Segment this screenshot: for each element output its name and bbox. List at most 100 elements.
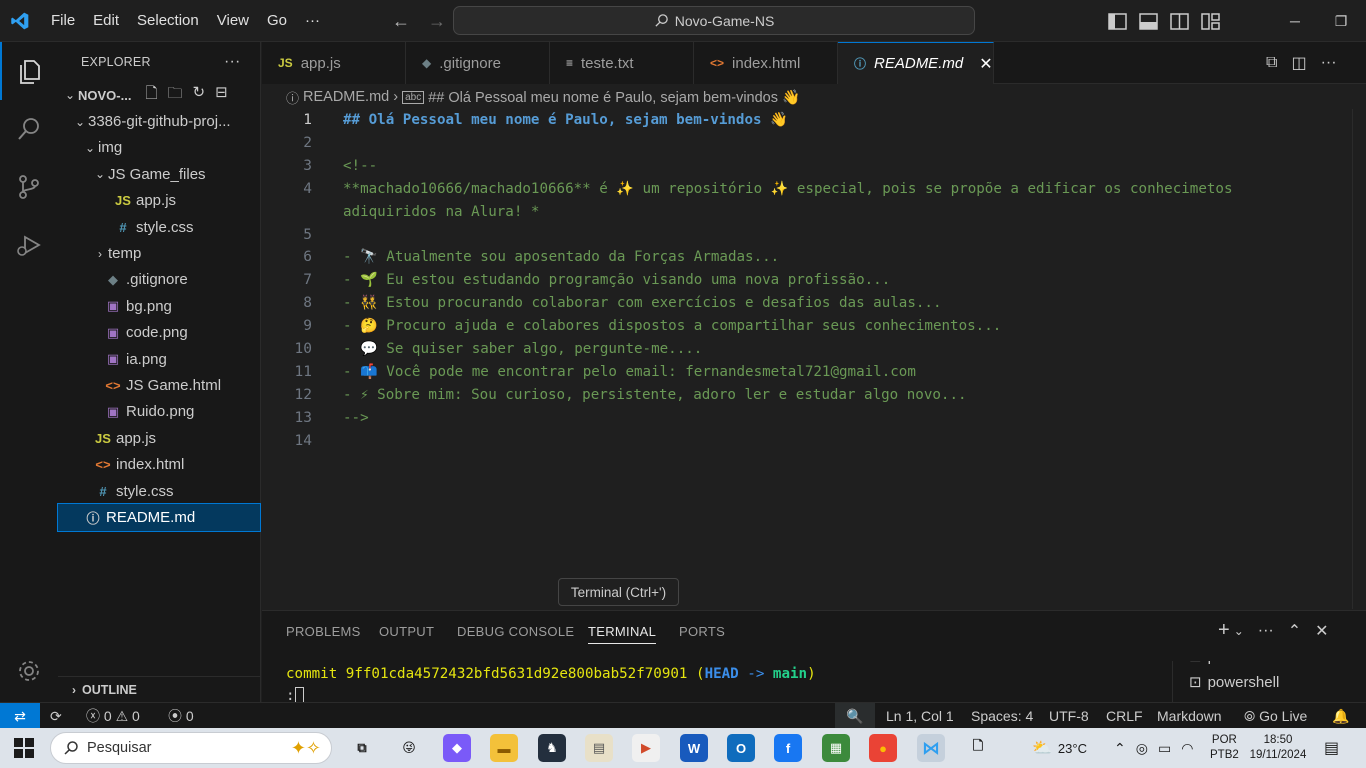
- ports-status[interactable]: ⦿ 0: [168, 703, 194, 729]
- tab-gitignore[interactable]: ◆ .gitignore: [406, 42, 550, 84]
- app-icon-stack[interactable]: ▤: [585, 734, 613, 762]
- encoding[interactable]: UTF-8: [1049, 703, 1089, 729]
- terminal-list-item[interactable]: ⊡ powershell: [1173, 669, 1366, 695]
- go-live-button[interactable]: ⦾ Go Live: [1244, 703, 1307, 729]
- panel-tab-ports[interactable]: PORTS: [679, 624, 725, 639]
- copilot-icon[interactable]: ◆: [443, 734, 471, 762]
- notepad-icon[interactable]: 🗋: [964, 734, 992, 762]
- toggle-primary-sidebar-icon[interactable]: [1108, 12, 1127, 30]
- terminal-list-item[interactable]: ⊡ powershell: [1173, 661, 1366, 669]
- word-icon[interactable]: W: [680, 734, 708, 762]
- new-folder-icon[interactable]: 🗀: [168, 83, 183, 108]
- tab-app-js[interactable]: JS app.js: [262, 42, 406, 84]
- code-editor[interactable]: 1 ## Olá Pessoal meu nome é Paulo, sejam …: [262, 109, 1352, 609]
- source-control-activity-icon[interactable]: [0, 158, 58, 216]
- outlook-icon[interactable]: O: [727, 734, 755, 762]
- tab-index-html[interactable]: <> index.html: [694, 42, 838, 84]
- open-preview-to-side-icon[interactable]: ⧉: [1266, 54, 1277, 72]
- outline-section[interactable]: › OUTLINE: [58, 676, 261, 702]
- vscode-taskbar-icon[interactable]: ⋈: [917, 734, 945, 762]
- editor-more-actions-icon[interactable]: ···: [1321, 54, 1337, 72]
- menu-item-selection[interactable]: Selection: [128, 0, 208, 42]
- tree-item[interactable]: ⌄ 3386-git-github-proj...: [58, 108, 260, 134]
- notifications-bell-icon[interactable]: 🔔: [1332, 703, 1349, 729]
- indentation[interactable]: Spaces: 4: [971, 703, 1033, 729]
- spreadsheet-icon[interactable]: ▦: [822, 734, 850, 762]
- tree-item[interactable]: ⓘ README.md: [57, 503, 261, 532]
- menu-item-go[interactable]: Go: [258, 0, 296, 42]
- remote-indicator-icon[interactable]: ⇄: [0, 703, 40, 729]
- tree-item[interactable]: # style.css: [58, 214, 260, 240]
- weather-icon[interactable]: ⛅: [1032, 738, 1052, 758]
- minimize-window-icon[interactable]: ─: [1272, 13, 1318, 29]
- zoom-icon[interactable]: 🔍: [835, 703, 875, 729]
- problems-status[interactable]: ⓧ 0 ⚠ 0: [86, 703, 140, 729]
- breadcrumb-file[interactable]: README.md: [303, 89, 389, 105]
- meet-now-icon[interactable]: ◎: [1136, 740, 1148, 757]
- refresh-icon[interactable]: ↻: [193, 83, 206, 108]
- tree-item[interactable]: <> index.html: [58, 451, 260, 477]
- breadcrumb-symbol[interactable]: ## Olá Pessoal meu nome é Paulo, sejam b…: [428, 89, 800, 106]
- tree-item[interactable]: ⌄ JS Game_files: [58, 161, 260, 187]
- search-activity-icon[interactable]: [0, 100, 58, 158]
- sync-icon[interactable]: ⟳: [50, 703, 62, 729]
- toggle-secondary-sidebar-icon[interactable]: [1170, 12, 1189, 30]
- clock[interactable]: 18:50 19/11/2024: [1248, 728, 1308, 768]
- terminal-output[interactable]: commit 9ff01cda4572432bfd5631d92e800bab5…: [286, 663, 816, 707]
- widget-emoji-icon[interactable]: 😜: [395, 734, 423, 762]
- tab-readme-md[interactable]: ⓘ README.md ✕: [838, 42, 994, 84]
- settings-gear-icon[interactable]: [0, 642, 58, 700]
- restore-window-icon[interactable]: ❐: [1318, 13, 1364, 30]
- command-center-search[interactable]: Novo-Game-NS: [453, 6, 975, 35]
- close-panel-icon[interactable]: ✕: [1315, 621, 1328, 641]
- panel-tab-output[interactable]: OUTPUT: [379, 624, 434, 639]
- language-indicator[interactable]: POR PTB2: [1210, 728, 1239, 768]
- menu-item-file[interactable]: File: [42, 0, 84, 42]
- forward-arrow-icon[interactable]: →: [421, 11, 453, 32]
- end-of-line[interactable]: CRLF: [1106, 703, 1143, 729]
- tree-item[interactable]: JS app.js: [58, 425, 260, 451]
- tree-item[interactable]: # style.css: [58, 478, 260, 504]
- terminal-dropdown-chevron-icon[interactable]: ⌄: [1234, 624, 1244, 638]
- facebook-icon[interactable]: f: [774, 734, 802, 762]
- taskbar-search[interactable]: Pesquisar ✦✧: [50, 732, 332, 764]
- notification-center-icon[interactable]: ▤: [1324, 728, 1339, 768]
- tree-item[interactable]: JS app.js: [58, 188, 260, 214]
- file-explorer-icon[interactable]: ▬: [490, 734, 518, 762]
- tree-item[interactable]: › temp: [58, 240, 260, 266]
- panel-more-icon[interactable]: ···: [1258, 622, 1274, 640]
- wifi-icon[interactable]: ◠: [1181, 740, 1193, 757]
- back-arrow-icon[interactable]: ←: [385, 11, 417, 32]
- panel-tab-problems[interactable]: PROBLEMS: [286, 624, 361, 639]
- tree-item[interactable]: ⌄ img: [58, 135, 260, 161]
- media-player-icon[interactable]: ▶: [632, 734, 660, 762]
- menu-item-more[interactable]: ···: [296, 0, 329, 42]
- windows-start-icon[interactable]: [14, 738, 34, 763]
- tree-item[interactable]: <> JS Game.html: [58, 372, 260, 398]
- panel-tab-debug-console[interactable]: DEBUG CONSOLE: [457, 624, 574, 639]
- tab-teste-txt[interactable]: ≡ teste.txt: [550, 42, 694, 84]
- toggle-panel-icon[interactable]: [1139, 12, 1158, 30]
- run-debug-activity-icon[interactable]: [0, 216, 58, 274]
- collapse-all-icon[interactable]: ⊟: [215, 83, 228, 108]
- explorer-activity-icon[interactable]: [0, 42, 58, 100]
- weather-temp[interactable]: 23°C: [1058, 741, 1087, 756]
- panel-tab-terminal[interactable]: TERMINAL: [588, 624, 657, 644]
- tree-item[interactable]: ▣ Ruido.png: [58, 399, 260, 425]
- new-terminal-plus-icon[interactable]: +: [1218, 619, 1230, 642]
- editor-scrollbar[interactable]: [1352, 109, 1366, 609]
- maximize-panel-chevron-up-icon[interactable]: ⌃: [1288, 621, 1301, 641]
- battery-icon[interactable]: ▭: [1158, 740, 1171, 757]
- customize-layout-icon[interactable]: [1201, 12, 1220, 30]
- tree-item[interactable]: ▣ bg.png: [58, 293, 260, 319]
- workspace-root[interactable]: ⌄ NOVO-... 🗋 🗀 ↻ ⊟: [58, 82, 260, 108]
- chrome-icon[interactable]: ●: [869, 734, 897, 762]
- tree-item[interactable]: ▣ ia.png: [58, 346, 260, 372]
- menu-item-view[interactable]: View: [208, 0, 258, 42]
- new-file-icon[interactable]: 🗋: [145, 83, 157, 108]
- kindle-app-icon[interactable]: ♞: [538, 734, 566, 762]
- tree-item[interactable]: ▣ code.png: [58, 320, 260, 346]
- explorer-more-button[interactable]: ···: [224, 53, 241, 71]
- cursor-position[interactable]: Ln 1, Col 1: [886, 703, 954, 729]
- tree-item[interactable]: ◆ .gitignore: [58, 267, 260, 293]
